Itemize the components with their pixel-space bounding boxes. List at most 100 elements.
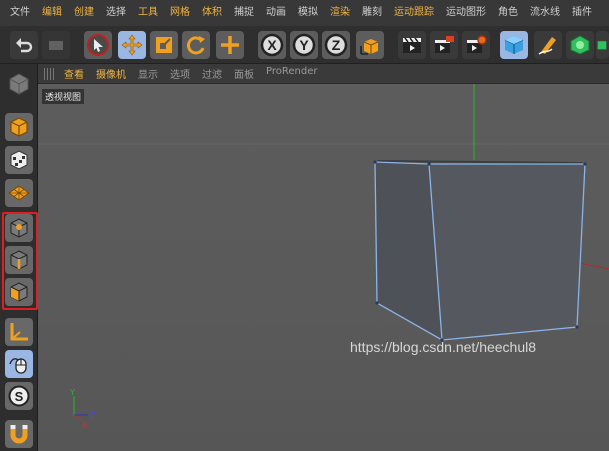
menu-item[interactable]: 文件 (4, 0, 36, 26)
viewport-scene: Y Z X (38, 84, 609, 429)
select-icon (87, 34, 109, 56)
cube-vertex[interactable] (427, 162, 431, 166)
pen-spline-button[interactable] (534, 31, 562, 59)
move-icon (121, 34, 143, 56)
workplane-button[interactable] (5, 179, 33, 207)
recent-tool-icon (221, 36, 239, 54)
cube-front-face[interactable] (429, 164, 585, 340)
cube-object-button[interactable] (500, 31, 528, 59)
cube-vertex[interactable] (583, 162, 587, 166)
redo-icon (49, 41, 63, 50)
make-editable-icon (9, 73, 29, 95)
mode-palette: S (0, 64, 38, 451)
viewport-camera-label: 透视视图 (42, 89, 85, 104)
viewport-menu-item[interactable]: 过滤 (202, 66, 222, 81)
render-picture-viewer-icon (435, 36, 454, 53)
menu-item[interactable]: 运动图形 (440, 0, 492, 26)
model-mode-icon (10, 117, 28, 137)
select-tool-button[interactable] (84, 31, 112, 59)
rotate-tool-button[interactable] (182, 31, 210, 59)
y-axis-icon: Y (292, 33, 316, 57)
menu-item[interactable]: 创建 (68, 0, 100, 26)
array-button[interactable] (596, 31, 609, 59)
menu-item[interactable]: 选择 (100, 0, 132, 26)
menu-item[interactable]: 渲染 (324, 0, 356, 26)
y-axis-lock-button[interactable]: Y (290, 31, 318, 59)
z-axis-icon: Z (324, 33, 348, 57)
coordinate-system-icon (360, 39, 379, 55)
viewport-menu-item[interactable]: 选项 (170, 66, 190, 81)
cube-vertex[interactable] (575, 325, 579, 329)
gizmo-x-label: X (82, 420, 88, 429)
subdivision-icon (570, 35, 590, 55)
viewport-menu-item[interactable]: 显示 (138, 66, 158, 81)
undo-button[interactable] (10, 31, 38, 59)
array-icon (597, 41, 607, 50)
menu-item[interactable]: 雕刻 (356, 0, 388, 26)
tweak-mode-icon (9, 358, 27, 374)
menu-item[interactable]: 模拟 (292, 0, 324, 26)
gizmo-y-label: Y (69, 388, 75, 397)
viewport-menu-bar: 查看 摄像机 显示 选项 过滤 面板 ProRender (38, 64, 609, 84)
menu-item[interactable]: 网格 (164, 0, 196, 26)
menu-item[interactable]: 动画 (260, 0, 292, 26)
scale-tool-button[interactable] (150, 31, 178, 59)
x-axis-icon: X (260, 33, 284, 57)
menu-item[interactable]: 流水线 (524, 0, 566, 26)
render-view-icon (403, 37, 421, 53)
menu-item[interactable]: 运动跟踪 (388, 0, 440, 26)
solo-button[interactable]: S (5, 382, 33, 410)
rotate-icon (187, 36, 205, 55)
recent-tool-button[interactable] (216, 31, 244, 59)
main-menu-bar: 文件 编辑 创建 选择 工具 网格 体积 捕捉 动画 模拟 渲染 雕刻 运动跟踪 运动图形 角色 流水线 插件 (0, 0, 609, 26)
menu-item[interactable]: 插件 (566, 0, 598, 26)
solo-icon: S (8, 385, 30, 407)
gizmo-z-label: Z (90, 411, 96, 420)
x-axis-lock-button[interactable]: X (258, 31, 286, 59)
component-modes-highlight (2, 212, 38, 310)
viewport-grip-icon[interactable] (44, 67, 56, 80)
texture-mode-icon (10, 150, 28, 170)
z-axis-lock-button[interactable]: Z (322, 31, 350, 59)
x-axis-letter: X (267, 37, 277, 53)
cube-vertex[interactable] (375, 301, 379, 305)
command-toolbar: X Y Z (0, 26, 609, 64)
cinema4d-window: 文件 编辑 创建 选择 工具 网格 体积 捕捉 动画 模拟 渲染 雕刻 运动跟踪 运动图形 角色 流水线 插件 … (0, 0, 609, 451)
make-editable-button[interactable] (5, 70, 33, 98)
axis-mode-button[interactable] (5, 318, 33, 346)
workplane-icon (8, 185, 30, 201)
menu-item[interactable]: 编辑 (36, 0, 68, 26)
axis-mode-icon (10, 323, 28, 341)
perspective-viewport[interactable]: Y Z X 透视视图 (38, 84, 609, 451)
render-view-button[interactable] (398, 31, 426, 59)
viewport-menu-item[interactable]: 面板 (234, 66, 254, 81)
menu-item[interactable]: 捕捉 (228, 0, 260, 26)
y-axis-letter: Y (299, 37, 309, 53)
viewport-menu-item[interactable]: 查看 (64, 66, 84, 81)
viewport-menu-item[interactable]: 摄像机 (96, 66, 126, 81)
subdivision-button[interactable] (566, 31, 594, 59)
snap-magnet-icon (10, 425, 28, 444)
snap-magnet-button[interactable] (5, 420, 33, 448)
gizmo-x-line (73, 414, 83, 421)
tweak-mode-button[interactable] (5, 350, 33, 378)
texture-mode-button[interactable] (5, 146, 33, 174)
render-settings-icon (467, 35, 487, 53)
cube-object-icon (504, 36, 524, 54)
render-picture-viewer-button[interactable] (430, 31, 458, 59)
cube-vertex[interactable] (373, 160, 377, 164)
viewport-menus: 查看 摄像机 显示 选项 过滤 面板 ProRender (64, 66, 329, 81)
watermark-url: https://blog.csdn.net/heechul8 (350, 339, 537, 355)
undo-icon (16, 38, 33, 53)
render-settings-button[interactable] (462, 31, 490, 59)
model-mode-button[interactable] (5, 113, 33, 141)
coordinate-system-button[interactable] (356, 31, 384, 59)
menu-item[interactable]: 角色 (492, 0, 524, 26)
z-axis-letter: Z (332, 37, 341, 53)
menu-item[interactable]: 工具 (132, 0, 164, 26)
solo-letter: S (15, 389, 24, 404)
move-tool-button[interactable] (118, 31, 146, 59)
redo-button[interactable] (42, 31, 70, 59)
viewport-menu-item[interactable]: ProRender (266, 66, 317, 81)
menu-item[interactable]: 体积 (196, 0, 228, 26)
